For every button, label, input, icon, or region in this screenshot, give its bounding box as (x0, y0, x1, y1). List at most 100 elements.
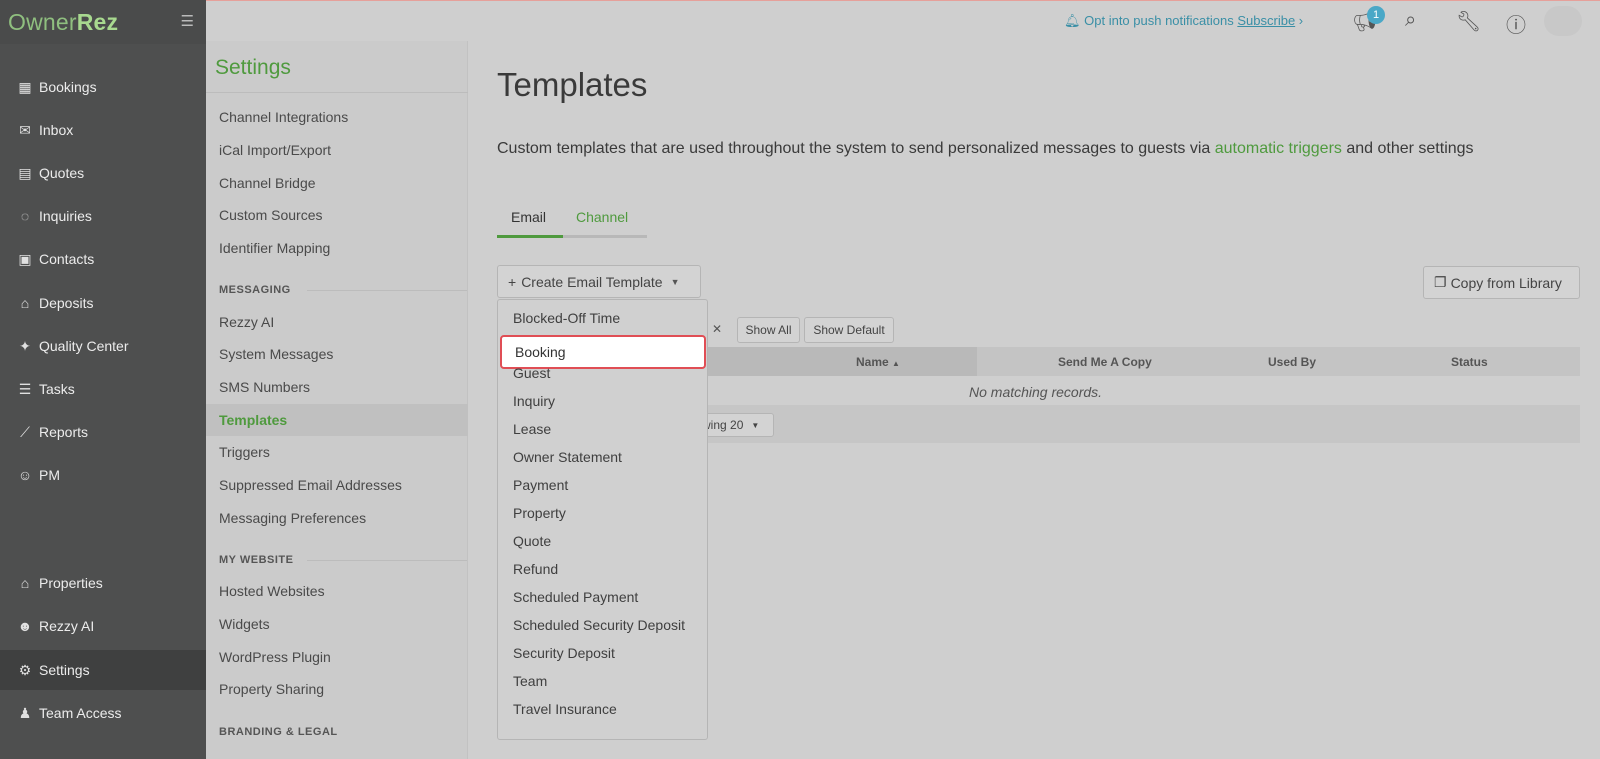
show-default-button[interactable]: Show Default (804, 317, 894, 343)
subnav-templates[interactable]: Templates (206, 404, 468, 436)
subnav-messaging-preferences[interactable]: Messaging Preferences (219, 510, 366, 526)
nav-item-inbox[interactable]: ✉ Inbox (0, 110, 206, 150)
plus-icon: + (508, 273, 517, 290)
subnav-rezzy-ai[interactable]: Rezzy AI (219, 314, 274, 330)
section-header-messaging: MESSAGING (219, 284, 467, 296)
contact-card-icon: ▣ (18, 250, 32, 267)
nav-item-bookings[interactable]: ▦ Bookings (0, 67, 206, 107)
subnav-channel-bridge[interactable]: Channel Bridge (219, 175, 316, 191)
team-icon: ♟ (18, 704, 32, 721)
show-all-button[interactable]: Show All (737, 317, 800, 343)
notification-badge: 1 (1367, 6, 1385, 24)
subnav-hosted-websites[interactable]: Hosted Websites (219, 583, 325, 599)
settings-subnav: Settings Channel Integrations iCal Impor… (206, 41, 468, 759)
sparkle-icon: ✦ (19, 337, 31, 354)
column-used-by[interactable]: Used By (1268, 355, 1316, 369)
automatic-triggers-link[interactable]: automatic triggers (1215, 140, 1342, 157)
create-email-template-button[interactable]: + Create Email Template ▼ (497, 265, 701, 298)
section-header-my-website: MY WEBSITE (219, 554, 467, 566)
nav-item-deposits[interactable]: ⌂ Deposits (0, 283, 206, 323)
dropdown-item-inquiry[interactable]: Inquiry (513, 393, 555, 409)
nav-item-quality-center[interactable]: ✦ Quality Center (0, 326, 206, 366)
wrench-icon[interactable]: 🔧︎ (1456, 9, 1481, 34)
subnav-property-sharing[interactable]: Property Sharing (219, 681, 324, 697)
table-header: Name ▲ Send Me A Copy Used By Status (701, 347, 1580, 376)
subnav-channel-integrations[interactable]: Channel Integrations (219, 109, 348, 125)
dropdown-item-guest[interactable]: Guest (513, 365, 550, 381)
nav-item-quotes[interactable]: ▤ Quotes (0, 153, 206, 193)
chevron-right-icon: › (1298, 13, 1304, 28)
active-tab-indicator (497, 235, 563, 238)
envelope-icon: ✉ (19, 121, 31, 138)
column-send-me-a-copy[interactable]: Send Me A Copy (1058, 355, 1152, 369)
dropdown-item-blocked-off-time[interactable]: Blocked-Off Time (513, 310, 620, 326)
main-sidebar: OwnerRez ☰ ▦ Bookings ✉ Inbox ▤ Quotes ◌ Inq… (0, 0, 206, 759)
dropdown-item-team[interactable]: Team (513, 673, 547, 689)
section-header-branding-legal: BRANDING & LEGAL (219, 726, 338, 738)
top-bar: 🔔︎ Opt into push notifications Subscribe… (206, 0, 1600, 41)
nav-item-reports[interactable]: ⟋ Reports (0, 412, 206, 452)
subnav-triggers[interactable]: Triggers (219, 444, 270, 460)
settings-title: Settings (215, 56, 291, 79)
bank-icon: ⌂ (20, 295, 30, 311)
subnav-widgets[interactable]: Widgets (219, 616, 270, 632)
close-icon[interactable]: ✕ (712, 322, 722, 336)
chat-icon: ◌ (20, 208, 30, 224)
dropdown-item-lease[interactable]: Lease (513, 421, 551, 437)
nav-item-contacts[interactable]: ▣ Contacts (0, 239, 206, 279)
subnav-wordpress-plugin[interactable]: WordPress Plugin (219, 649, 331, 665)
nav-item-properties[interactable]: ⌂ Properties (0, 563, 206, 603)
copy-from-library-button[interactable]: ❐ Copy from Library (1423, 266, 1580, 299)
copy-icon: ❐ (1434, 274, 1447, 290)
dropdown-item-owner-statement[interactable]: Owner Statement (513, 449, 622, 465)
avatar[interactable] (1544, 6, 1582, 36)
subnav-suppressed-email-addresses[interactable]: Suppressed Email Addresses (219, 477, 402, 493)
nav-item-settings[interactable]: ⚙ Settings (0, 650, 206, 690)
template-tabs: Email Channel (497, 209, 647, 239)
tab-email[interactable]: Email (511, 209, 546, 225)
subnav-custom-sources[interactable]: Custom Sources (219, 207, 322, 223)
page-description: Custom templates that are used throughou… (497, 140, 1474, 157)
search-icon[interactable]: ⌕ (1405, 9, 1416, 32)
table-footer (701, 405, 1580, 443)
column-name[interactable]: Name ▲ (856, 355, 900, 369)
logo[interactable]: OwnerRez ☰ (0, 0, 206, 44)
document-icon: ▤ (18, 164, 32, 181)
help-icon[interactable]: ⓘ (1506, 9, 1526, 38)
sidebar-collapse-icon[interactable]: ☰ (181, 12, 194, 30)
column-status[interactable]: Status (1451, 355, 1488, 369)
push-notification-prompt: 🔔︎ Opt into push notifications Subscribe… (1064, 13, 1304, 28)
page-size-select[interactable]: wing 20 ▼ (702, 413, 774, 437)
calendar-icon: ▦ (18, 78, 32, 95)
nav-item-inquiries[interactable]: ◌ Inquiries (0, 196, 206, 236)
dropdown-item-property[interactable]: Property (513, 505, 566, 521)
subnav-sms-numbers[interactable]: SMS Numbers (219, 379, 310, 395)
caret-down-icon: ▼ (751, 420, 760, 430)
dropdown-item-booking[interactable]: Booking (500, 335, 706, 369)
dropdown-item-payment[interactable]: Payment (513, 477, 568, 493)
nav-item-tasks[interactable]: ☰ Tasks (0, 369, 206, 409)
caret-down-icon: ▼ (670, 276, 680, 287)
nav-item-team-access[interactable]: ♟ Team Access (0, 693, 206, 733)
tab-channel[interactable]: Channel (576, 209, 628, 225)
dropdown-item-security-deposit[interactable]: Security Deposit (513, 645, 615, 661)
dropdown-item-travel-insurance[interactable]: Travel Insurance (513, 701, 617, 717)
subnav-identifier-mapping[interactable]: Identifier Mapping (219, 240, 330, 256)
chart-line-icon: ⟋ (20, 423, 30, 440)
robot-icon: ☻ (17, 618, 33, 634)
subnav-ical-import-export[interactable]: iCal Import/Export (219, 142, 331, 158)
dropdown-item-scheduled-security-deposit[interactable]: Scheduled Security Deposit (513, 617, 685, 633)
subnav-system-messages[interactable]: System Messages (219, 346, 333, 362)
empty-table-message: No matching records. (969, 384, 1103, 400)
template-type-dropdown: Blocked-Off Time Booking Guest Inquiry L… (497, 299, 708, 740)
nav-item-pm[interactable]: ☺ PM (0, 455, 206, 495)
house-icon: ⌂ (20, 575, 30, 591)
nav-item-rezzy-ai[interactable]: ☻ Rezzy AI (0, 606, 206, 646)
bell-icon: 🔔︎ (1064, 13, 1081, 28)
subscribe-link[interactable]: Subscribe (1237, 13, 1295, 28)
dropdown-item-quote[interactable]: Quote (513, 533, 551, 549)
sort-asc-icon: ▲ (892, 359, 900, 368)
dropdown-item-scheduled-payment[interactable]: Scheduled Payment (513, 589, 638, 605)
dropdown-item-refund[interactable]: Refund (513, 561, 558, 577)
page-title: Templates (497, 66, 648, 103)
